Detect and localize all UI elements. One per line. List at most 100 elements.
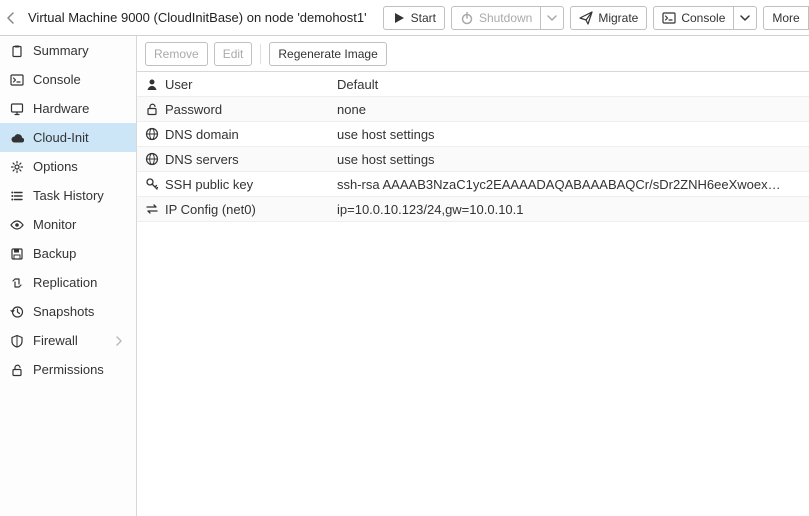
sidebar-item-label: Backup [33,246,126,261]
sidebar-item-label: Options [33,159,126,174]
config-row-key-cell: SSH public key [137,177,335,192]
start-button-label: Start [411,11,436,25]
power-icon [460,11,474,25]
clipboard-icon [10,44,24,58]
sidebar-item-label: Permissions [33,362,126,377]
migrate-button[interactable]: Migrate [570,6,647,30]
key-icon [145,177,159,191]
config-row-key-cell: DNS servers [137,152,335,167]
caret-down-icon [738,11,752,25]
start-button[interactable]: Start [383,6,445,30]
edit-button-label: Edit [223,47,244,61]
regenerate-image-button[interactable]: Regenerate Image [269,42,386,66]
sidebar-item-snapshots[interactable]: Snapshots [0,297,136,326]
retweet-icon [10,276,24,290]
sidebar-item-permissions[interactable]: Permissions [0,355,136,384]
config-row[interactable]: DNS serversuse host settings [137,147,809,172]
more-button-label: More [772,11,799,25]
terminal-icon [662,11,676,25]
shutdown-button[interactable]: Shutdown [451,6,541,30]
config-row-key: SSH public key [165,177,253,192]
sidebar-item-label: Task History [33,188,126,203]
config-row-key-cell: User [137,77,335,92]
config-row[interactable]: Password none [137,97,809,122]
unlock-icon [10,363,24,377]
sidebar-item-label: Firewall [33,333,103,348]
config-row-key: IP Config (net0) [165,202,256,217]
sidebar-item-label: Replication [33,275,126,290]
sidebar-item-label: Hardware [33,101,126,116]
config-row-value: ssh-rsa AAAAB3NzaC1yc2EAAAADAQABAAABAQCr… [335,177,809,192]
config-row[interactable]: DNS domain use host settings [137,122,809,147]
desktop-icon [10,102,24,116]
sidebar-item-label: Monitor [33,217,126,232]
sidebar-item-firewall[interactable]: Firewall [0,326,136,355]
list-icon [10,189,24,203]
config-row-key-cell: IP Config (net0) [137,202,335,217]
user-icon [145,77,159,91]
sidebar-item-monitor[interactable]: Monitor [0,210,136,239]
config-row-key-cell: Password [137,102,335,117]
edit-button[interactable]: Edit [214,42,253,66]
play-icon [392,11,406,25]
sidebar-item-task-history[interactable]: Task History [0,181,136,210]
history-icon [10,305,24,319]
config-row-value: use host settings [335,152,809,167]
config-row[interactable]: SSH public key ssh-rsa AAAAB3NzaC1yc2EAAA… [137,172,809,197]
sidebar: Summary Console Hardware Cloud-Init Options T… [0,36,137,516]
config-row-value: none [335,102,809,117]
terminal-icon [10,73,24,87]
header-bar: Virtual Machine 9000 (CloudInitBase) on … [0,0,809,36]
sidebar-item-label: Console [33,72,126,87]
sidebar-item-options[interactable]: Options [0,152,136,181]
config-row-value: ip=10.0.10.123/24,gw=10.0.10.1 [335,202,809,217]
config-row[interactable]: IP Config (net0) ip=10.0.10.123/24,gw=10.… [137,197,809,222]
save-icon [10,247,24,261]
sidebar-item-summary[interactable]: Summary [0,36,136,65]
console-button-group: Console [653,6,757,30]
sidebar-item-console[interactable]: Console [0,65,136,94]
sidebar-item-label: Snapshots [33,304,126,319]
sidebar-item-label: Summary [33,43,126,58]
remove-button-label: Remove [154,47,199,61]
eye-icon [10,218,24,232]
remove-button[interactable]: Remove [145,42,208,66]
config-row[interactable]: User Default [137,72,809,97]
toolbar: Remove Edit Regenerate Image [137,36,809,72]
paper-plane-icon [579,11,593,25]
gear-icon [10,160,24,174]
config-row-value: Default [335,77,809,92]
regenerate-image-button-label: Regenerate Image [278,47,377,61]
caret-down-icon [545,11,559,25]
config-row-key: DNS domain [165,127,239,142]
page-title: Virtual Machine 9000 (CloudInitBase) on … [24,10,371,25]
config-row-key: User [165,77,192,92]
cloud-icon [10,131,24,145]
sidebar-item-cloud-init[interactable]: Cloud-Init [0,123,136,152]
globe-icon [145,127,159,141]
console-dropdown-button[interactable] [734,6,757,30]
migrate-button-label: Migrate [598,11,638,25]
breadcrumb-prev-icon[interactable] [4,11,18,25]
sidebar-item-hardware[interactable]: Hardware [0,94,136,123]
shutdown-button-group: Shutdown [451,6,564,30]
exchange-icon [145,202,159,216]
shutdown-dropdown-button[interactable] [541,6,564,30]
shutdown-button-label: Shutdown [479,11,532,25]
more-button-group: More [763,6,809,30]
config-row-key: Password [165,102,222,117]
main-panel: Remove Edit Regenerate Image User Default… [137,36,809,516]
unlock-icon [145,102,159,116]
config-row-value: use host settings [335,127,809,142]
sidebar-item-label: Cloud-Init [33,130,126,145]
shield-icon [10,334,24,348]
console-button[interactable]: Console [653,6,734,30]
sidebar-item-backup[interactable]: Backup [0,239,136,268]
config-grid: User Default Password none DNS domain use hos… [137,72,809,516]
config-row-key-cell: DNS domain [137,127,335,142]
sidebar-item-replication[interactable]: Replication [0,268,136,297]
console-button-label: Console [681,11,725,25]
more-button[interactable]: More [763,6,808,30]
globe-icon [145,152,159,166]
toolbar-separator [260,44,261,64]
